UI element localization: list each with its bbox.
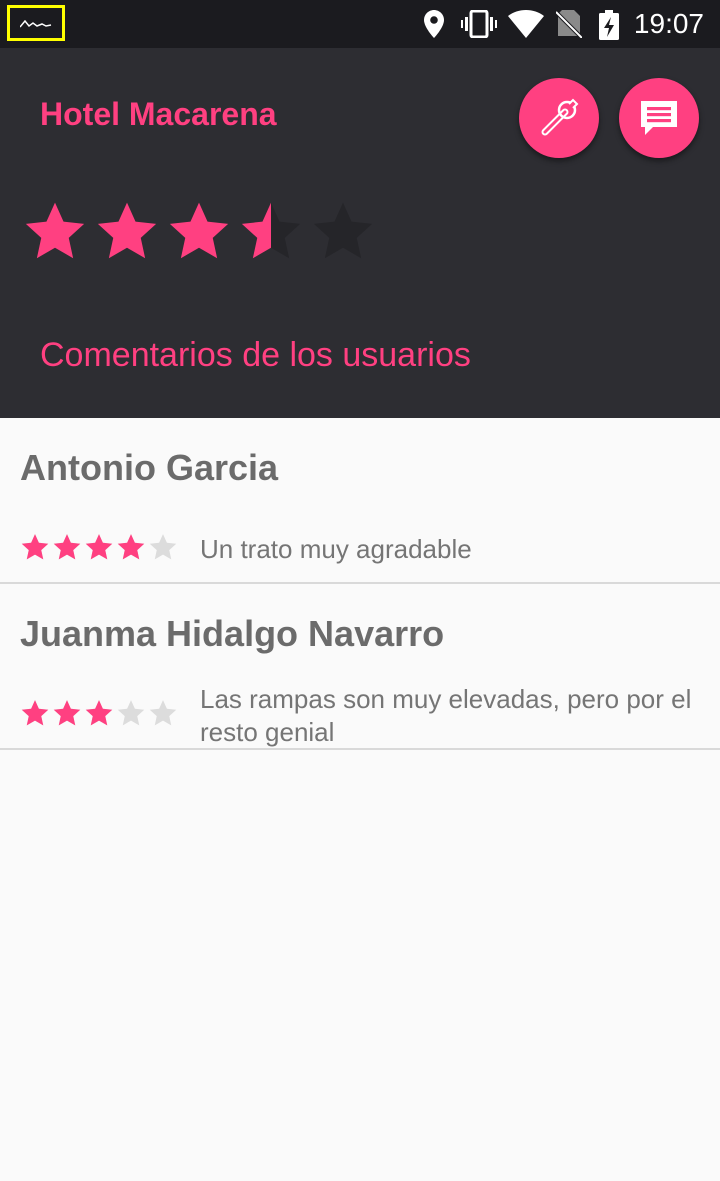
star-filled-icon bbox=[53, 700, 81, 726]
notification-icon bbox=[7, 5, 65, 41]
hotel-rating[interactable] bbox=[22, 198, 376, 268]
location-icon bbox=[424, 10, 444, 38]
battery-charging-icon bbox=[599, 10, 619, 40]
star-empty-icon bbox=[149, 534, 177, 560]
comment-icon bbox=[641, 101, 677, 135]
comments-list: Antonio Garcia Un trato muy agradable Ju… bbox=[0, 418, 720, 750]
add-comment-button[interactable] bbox=[619, 78, 699, 158]
star-filled-icon bbox=[117, 534, 145, 560]
star-filled-icon bbox=[85, 534, 113, 560]
rating-stars bbox=[21, 534, 177, 560]
hotel-title: Hotel Macarena bbox=[40, 96, 277, 132]
tools-button[interactable] bbox=[519, 78, 599, 158]
comment-rating bbox=[20, 532, 178, 567]
list-item[interactable]: Juanma Hidalgo Navarro Las rampas son mu… bbox=[0, 584, 720, 750]
no-sim-icon bbox=[556, 10, 582, 38]
status-bar: 19:07 bbox=[0, 0, 720, 48]
star-filled-icon bbox=[169, 202, 229, 259]
star-half-icon bbox=[241, 202, 301, 259]
star-filled-icon bbox=[21, 700, 49, 726]
comment-text: Las rampas son muy elevadas, pero por el… bbox=[200, 684, 692, 747]
list-item[interactable]: Antonio Garcia Un trato muy agradable bbox=[0, 418, 720, 584]
star-empty-icon bbox=[313, 202, 373, 259]
comment-text: Un trato muy agradable bbox=[200, 534, 472, 564]
star-empty-icon bbox=[149, 700, 177, 726]
star-filled-icon bbox=[25, 202, 85, 259]
comments-section-title: Comentarios de los usuarios bbox=[40, 336, 471, 374]
rating-stars bbox=[25, 202, 373, 259]
star-filled-icon bbox=[97, 202, 157, 259]
star-filled-icon bbox=[85, 700, 113, 726]
comment-author: Antonio Garcia bbox=[20, 447, 279, 488]
star-empty-icon bbox=[117, 700, 145, 726]
rating-stars bbox=[21, 700, 177, 726]
vibrate-icon bbox=[461, 10, 497, 38]
hotel-header: Hotel Macarena Comentarios de los usuari… bbox=[0, 48, 720, 418]
status-time: 19:07 bbox=[633, 8, 704, 39]
wifi-icon bbox=[508, 10, 544, 38]
comment-rating bbox=[20, 698, 178, 733]
wrench-icon bbox=[541, 98, 579, 136]
star-filled-icon bbox=[21, 534, 49, 560]
star-filled-icon bbox=[53, 534, 81, 560]
comment-author: Juanma Hidalgo Navarro bbox=[20, 613, 445, 654]
